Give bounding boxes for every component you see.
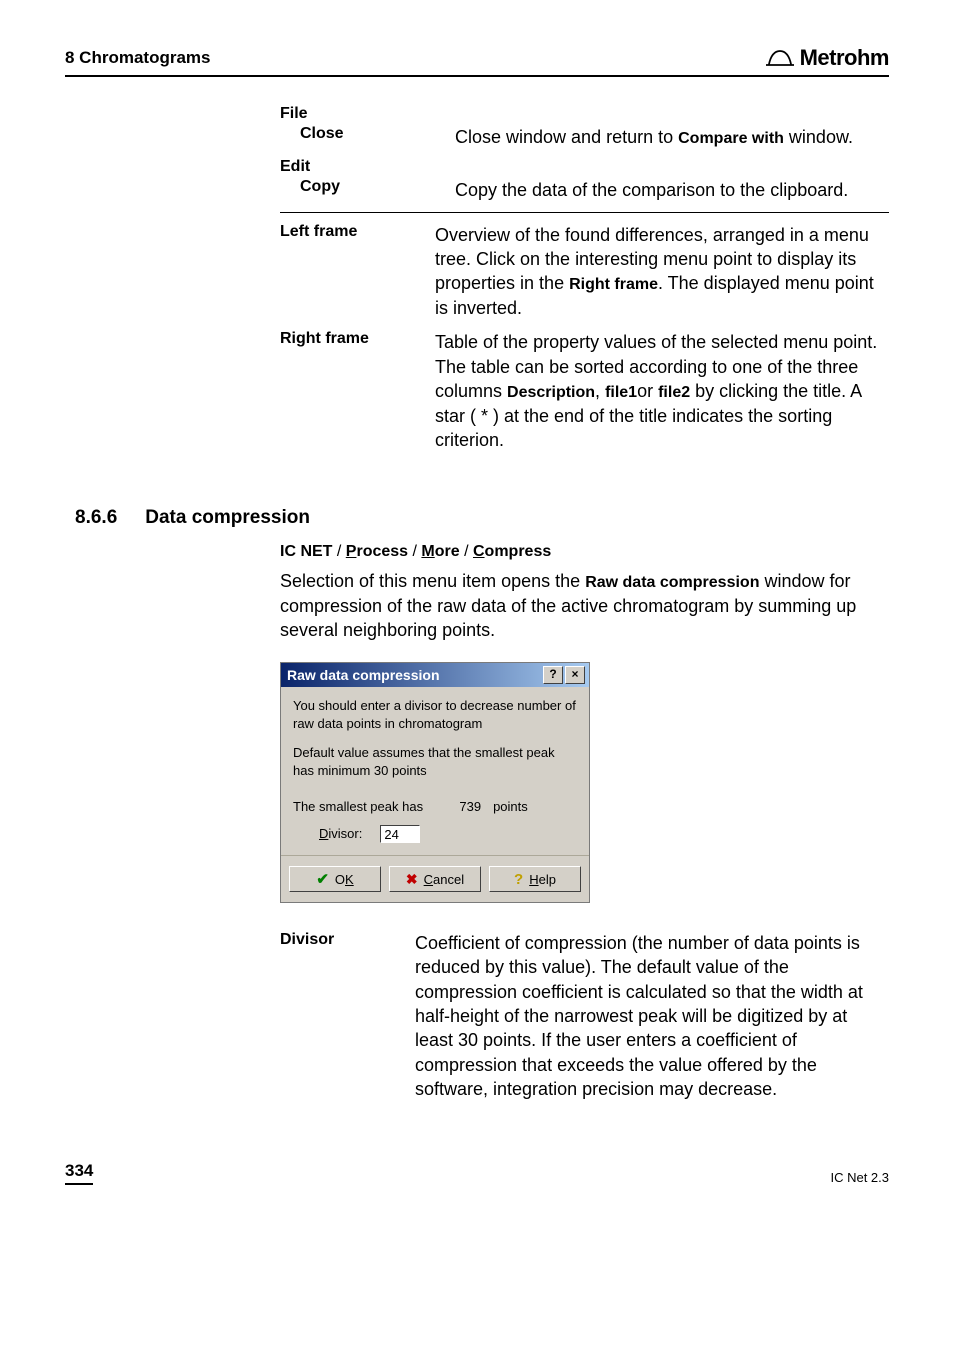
divisor-term: Divisor [280,931,415,1101]
copy-term: Copy [280,178,455,202]
divider [280,212,889,213]
cancel-button[interactable]: ✖ Cancel [389,866,481,892]
peak-points-value: 739 [435,798,481,816]
ok-button[interactable]: ✔ OK [289,866,381,892]
divisor-desc: Coefficient of compression (the number o… [415,931,889,1101]
page-number: 334 [65,1161,93,1185]
edit-heading: Edit [280,158,435,176]
page-header: 8 Chromatograms Metrohm [65,45,889,77]
dialog-title: Raw data compression [287,667,541,683]
divisor-label: Divisor: [319,825,362,843]
close-desc: Close window and return to Compare with … [455,125,889,150]
brand-text: Metrohm [800,45,889,71]
x-icon: ✖ [406,871,418,888]
smallest-peak-row: The smallest peak has 739 points [293,798,577,816]
dialog-text-1: You should enter a divisor to decrease n… [293,697,577,732]
chapter-title: 8 Chromatograms [65,48,210,68]
right-frame-term: Right frame [280,330,435,452]
question-icon: ? [514,871,523,888]
dialog-text-2: Default value assumes that the smallest … [293,744,577,779]
close-icon[interactable]: × [565,666,585,684]
doc-id: IC Net 2.3 [830,1170,889,1185]
copy-desc: Copy the data of the comparison to the c… [455,178,889,202]
brand-logo: Metrohm [766,45,889,71]
left-frame-desc: Overview of the found differences, arran… [435,223,889,320]
divisor-definition: Divisor Coefficient of compression (the … [280,931,889,1101]
section-title: Data compression [145,507,310,529]
right-frame-desc: Table of the property values of the sele… [435,330,889,452]
menu-path: IC NET / Process / More / Compress [280,543,889,561]
help-icon[interactable]: ? [543,666,563,684]
close-term: Close [280,125,455,150]
section-heading: 8.6.6 Data compression [75,507,889,529]
section-number: 8.6.6 [75,507,117,529]
section-intro: Selection of this menu item opens the Ra… [280,569,889,642]
metrohm-icon [766,48,794,68]
left-frame-term: Left frame [280,223,435,320]
dialog-titlebar: Raw data compression ? × [281,663,589,687]
help-button[interactable]: ? Help [489,866,581,892]
menu-definitions-1: File Close Close window and return to Co… [280,105,889,452]
check-icon: ✔ [316,870,329,888]
page-footer: 334 IC Net 2.3 [65,1161,889,1185]
file-heading: File [280,105,435,123]
raw-data-compression-dialog: Raw data compression ? × You should ente… [280,662,590,903]
divisor-input[interactable] [380,825,420,843]
